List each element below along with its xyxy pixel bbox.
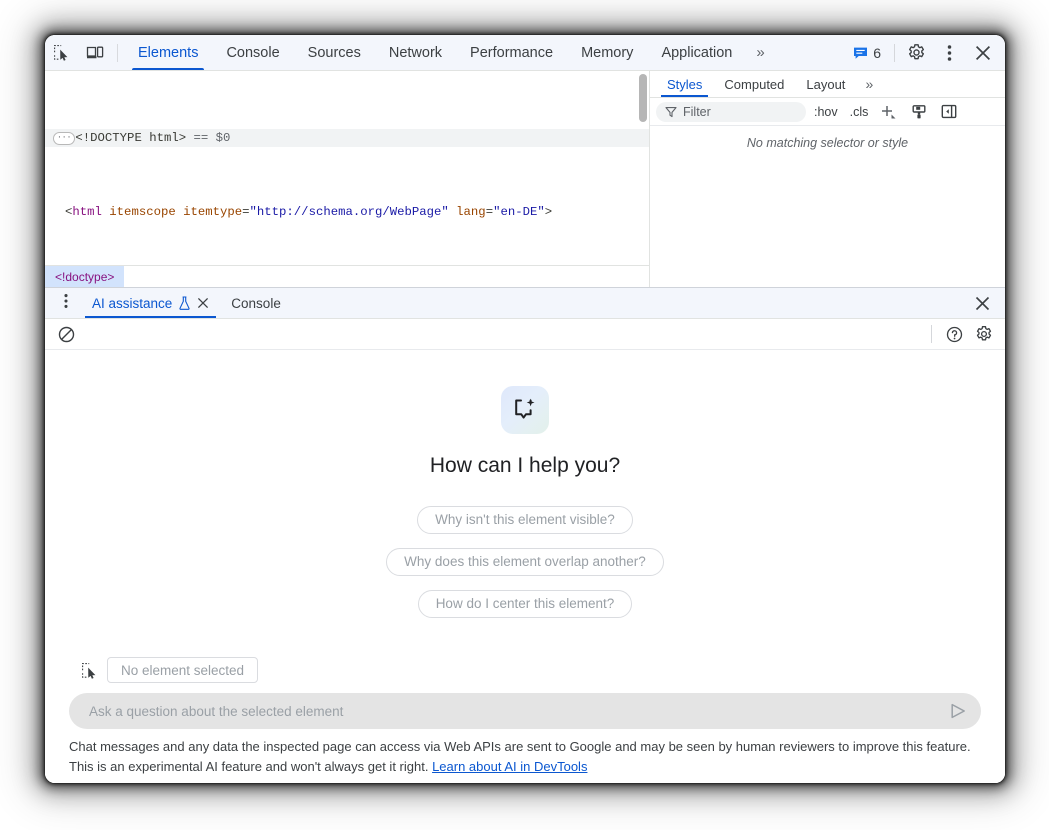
tab-sources-label: Sources — [308, 45, 361, 61]
devtools-panel: Elements Console Sources Network Perform… — [45, 35, 1005, 783]
tab-layout-label: Layout — [806, 77, 845, 92]
drawer-panel: AI assistance Consol — [45, 287, 1005, 783]
suggestion-chip-2[interactable]: Why does this element overlap another? — [386, 548, 664, 576]
screenshot-root: Elements Console Sources Network Perform… — [0, 0, 1049, 830]
tab-application[interactable]: Application — [647, 35, 746, 70]
ai-assistance-hero: How can I help you? Why isn't this eleme… — [45, 350, 1005, 657]
plus-new-style-rule-icon[interactable] — [876, 99, 902, 125]
ai-disclaimer: Chat messages and any data the inspected… — [69, 737, 981, 783]
selected-element-badge[interactable]: No element selected — [107, 657, 258, 683]
ai-settings-gear-icon[interactable] — [971, 321, 997, 347]
flask-experiment-icon — [178, 296, 191, 310]
tab-network[interactable]: Network — [375, 35, 456, 70]
styles-filter-input[interactable]: Filter — [656, 102, 806, 122]
toolbar-divider-3 — [931, 325, 932, 343]
styles-empty-message: No matching selector or style — [650, 126, 1005, 150]
ai-question-input[interactable] — [87, 703, 941, 720]
tab-memory-label: Memory — [581, 45, 633, 61]
styles-filter-placeholder: Filter — [683, 105, 711, 119]
dom-tree-pane[interactable]: ···<!DOCTYPE html> == $0 <html itemscope… — [45, 71, 650, 287]
issues-counter-button[interactable]: 6 — [845, 45, 889, 61]
send-paper-plane-icon[interactable] — [949, 702, 967, 720]
tab-styles[interactable]: Styles — [656, 71, 713, 97]
ai-assistance-toolbar — [45, 319, 1005, 350]
main-toolbar-right: 6 — [845, 35, 1005, 70]
tab-layout[interactable]: Layout — [795, 71, 856, 97]
tab-styles-label: Styles — [667, 77, 702, 92]
drawer-tabbar: AI assistance Consol — [45, 288, 1005, 319]
styles-more-tabs-label: » — [865, 76, 873, 92]
more-tabs-label: » — [756, 44, 764, 61]
drawer-kebab-menu-icon[interactable] — [53, 288, 79, 314]
suggestion-chip-3[interactable]: How do I center this element? — [418, 590, 633, 618]
main-tabs: Elements Console Sources Network Perform… — [124, 35, 775, 70]
styles-more-tabs-icon[interactable]: » — [856, 71, 882, 97]
inspect-cursor-icon[interactable] — [81, 662, 98, 679]
dom-node-doctype[interactable]: ···<!DOCTYPE html> == $0 — [45, 129, 649, 148]
kebab-menu-icon[interactable] — [933, 44, 966, 62]
tab-computed-label: Computed — [724, 77, 784, 92]
tab-computed[interactable]: Computed — [713, 71, 795, 97]
dom-tree: ···<!DOCTYPE html> == $0 <html itemscope… — [45, 71, 649, 287]
dom-node-doctype-ref: == $0 — [186, 131, 230, 145]
suggestion-chips: Why isn't this element visible? Why does… — [386, 506, 664, 618]
block-clear-icon[interactable] — [53, 321, 79, 347]
toolbar-divider-2 — [894, 44, 895, 62]
learn-about-ai-link[interactable]: Learn about AI in DevTools — [432, 759, 587, 774]
dom-node-html[interactable]: <html itemscope itemtype="http://schema.… — [45, 203, 649, 222]
help-question-icon[interactable] — [941, 321, 967, 347]
tab-application-label: Application — [661, 45, 732, 61]
issues-message-icon — [853, 46, 868, 60]
filter-funnel-icon — [665, 106, 677, 118]
tab-network-label: Network — [389, 45, 442, 61]
devtools-window: Elements Console Sources Network Perform… — [45, 35, 1005, 783]
cls-button[interactable]: .cls — [846, 104, 873, 120]
drawer-tab-ai-assistance[interactable]: AI assistance — [81, 288, 220, 318]
paintbrush-icon[interactable] — [906, 99, 932, 125]
chat-sparkle-icon — [501, 386, 549, 434]
drawer-tab-console-label: Console — [231, 296, 281, 311]
ai-question-input-wrapper[interactable] — [69, 693, 981, 729]
breadcrumb-item-doctype[interactable]: <!doctype> — [45, 266, 124, 288]
tab-console[interactable]: Console — [212, 35, 293, 70]
dom-tree-scrollbar[interactable] — [639, 74, 647, 122]
close-icon[interactable] — [966, 45, 999, 61]
styles-pane: Styles Computed Layout » Filter — [650, 71, 1005, 287]
drawer-tab-close-icon[interactable] — [197, 297, 209, 309]
issues-count-label: 6 — [873, 45, 881, 61]
tab-performance[interactable]: Performance — [456, 35, 567, 70]
breadcrumb: <!doctype> — [45, 265, 649, 287]
main-toolbar: Elements Console Sources Network Perform… — [45, 35, 1005, 71]
page-title: How can I help you? — [430, 454, 620, 478]
tab-memory[interactable]: Memory — [567, 35, 647, 70]
toolbar-divider — [117, 44, 118, 62]
ai-assistance-footer: No element selected Chat messages — [45, 657, 1005, 783]
toggle-right-sidebar-icon[interactable] — [936, 99, 962, 125]
selected-element-row: No element selected — [69, 657, 981, 693]
elements-panel: ···<!DOCTYPE html> == $0 <html itemscope… — [45, 71, 1005, 287]
device-toolbar-icon[interactable] — [78, 35, 111, 70]
styles-tabbar: Styles Computed Layout » — [650, 71, 1005, 98]
ai-assistance-body: How can I help you? Why isn't this eleme… — [45, 350, 1005, 783]
hov-button[interactable]: :hov — [810, 104, 842, 120]
gear-icon[interactable] — [900, 43, 933, 62]
drawer-tab-console[interactable]: Console — [220, 288, 292, 318]
styles-toolbar: Filter :hov .cls — [650, 98, 1005, 126]
tab-elements[interactable]: Elements — [124, 35, 212, 70]
tab-sources[interactable]: Sources — [294, 35, 375, 70]
dom-node-doctype-text: <!DOCTYPE html> — [75, 131, 186, 145]
suggestion-chip-1[interactable]: Why isn't this element visible? — [417, 506, 633, 534]
drawer-tab-ai-assistance-label: AI assistance — [92, 296, 172, 311]
drawer-close-icon[interactable] — [969, 290, 995, 316]
tab-performance-label: Performance — [470, 45, 553, 61]
tab-elements-label: Elements — [138, 45, 198, 61]
tab-console-label: Console — [226, 45, 279, 61]
inspect-cursor-icon[interactable] — [45, 35, 78, 70]
ellipsis-icon[interactable]: ··· — [53, 132, 75, 145]
more-tabs-chevron-icon[interactable]: » — [746, 35, 774, 70]
